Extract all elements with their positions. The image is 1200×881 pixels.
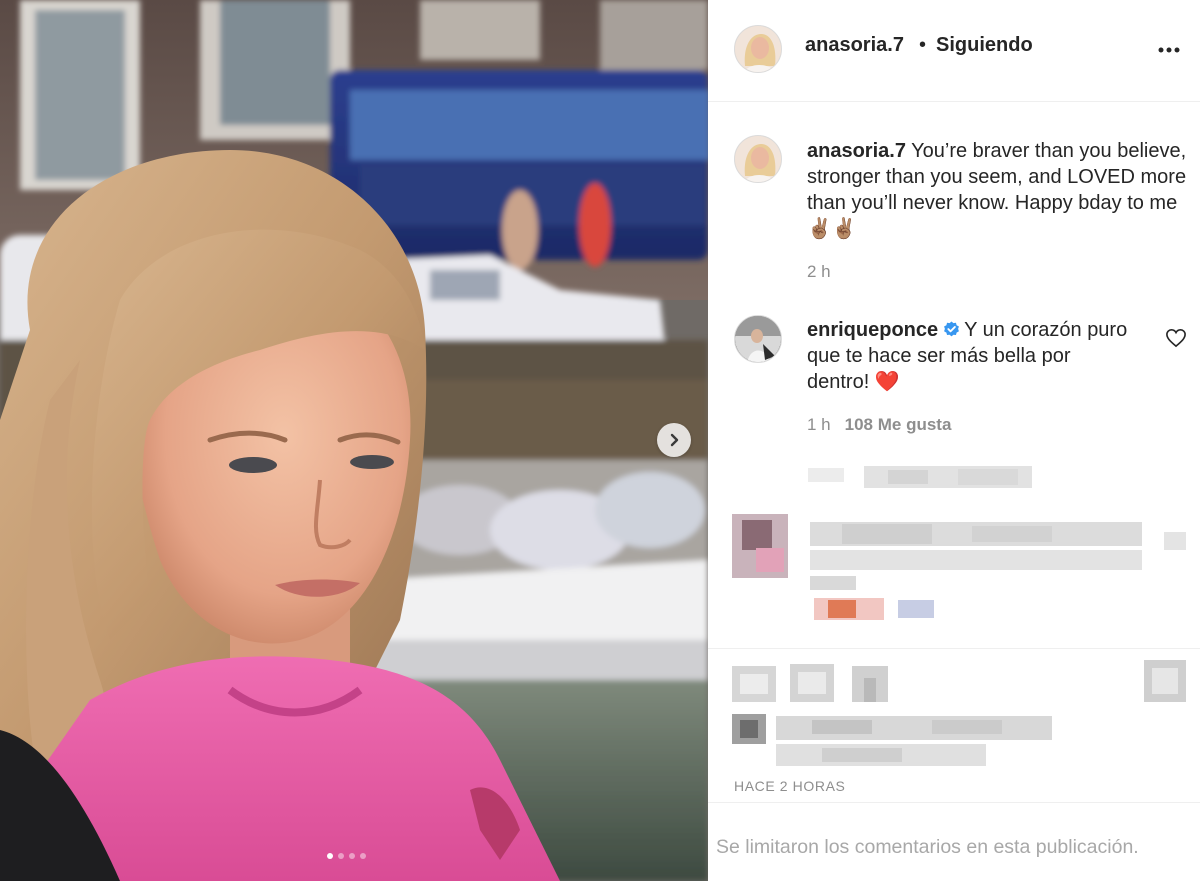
post-timestamp[interactable]: HACE 2 HORAS xyxy=(734,778,845,794)
next-photo-button[interactable] xyxy=(657,423,691,457)
chevron-right-icon xyxy=(670,433,679,447)
post-side-panel: anasoria.7 • Siguiendo anasoria.7 You’re… xyxy=(708,0,1200,881)
heart-icon[interactable] xyxy=(1165,328,1187,348)
post-photo[interactable] xyxy=(0,0,708,881)
commenter-avatar[interactable] xyxy=(734,315,782,363)
verified-badge-icon xyxy=(944,321,960,337)
header-separator: • xyxy=(919,34,927,56)
carousel-indicator xyxy=(327,853,366,859)
caption-avatar[interactable] xyxy=(734,135,782,183)
avatar-image xyxy=(735,26,781,72)
more-options-icon[interactable] xyxy=(1157,40,1181,60)
comment-text: enriqueponce Y un corazón puro que te ha… xyxy=(807,317,1137,395)
comment-timestamp[interactable]: 1 h xyxy=(807,415,831,434)
carousel-dot xyxy=(360,853,366,859)
carousel-dot xyxy=(338,853,344,859)
photo-image xyxy=(0,0,708,881)
avatar-image xyxy=(735,316,781,362)
actions-divider xyxy=(708,648,1200,649)
avatar-image xyxy=(735,136,781,182)
following-button[interactable]: Siguiendo xyxy=(936,34,1033,57)
commenter-username[interactable]: enriqueponce xyxy=(807,319,938,341)
author-username[interactable]: anasoria.7 xyxy=(805,34,904,57)
caption-text: anasoria.7 You’re braver than you believ… xyxy=(807,138,1187,242)
comments-limited-bar: Se limitaron los comentarios en esta pub… xyxy=(708,802,1200,881)
caption-username[interactable]: anasoria.7 xyxy=(807,140,906,162)
comment-likes[interactable]: 108 Me gusta xyxy=(845,415,952,434)
post-header: anasoria.7 • Siguiendo xyxy=(708,0,1200,102)
carousel-dot xyxy=(349,853,355,859)
comments-limited-text: Se limitaron los comentarios en esta pub… xyxy=(716,836,1139,858)
author-avatar[interactable] xyxy=(734,25,782,73)
caption-timestamp[interactable]: 2 h xyxy=(807,262,831,282)
carousel-dot-active xyxy=(327,853,333,859)
comment-meta: 1 h 108 Me gusta xyxy=(807,415,951,435)
